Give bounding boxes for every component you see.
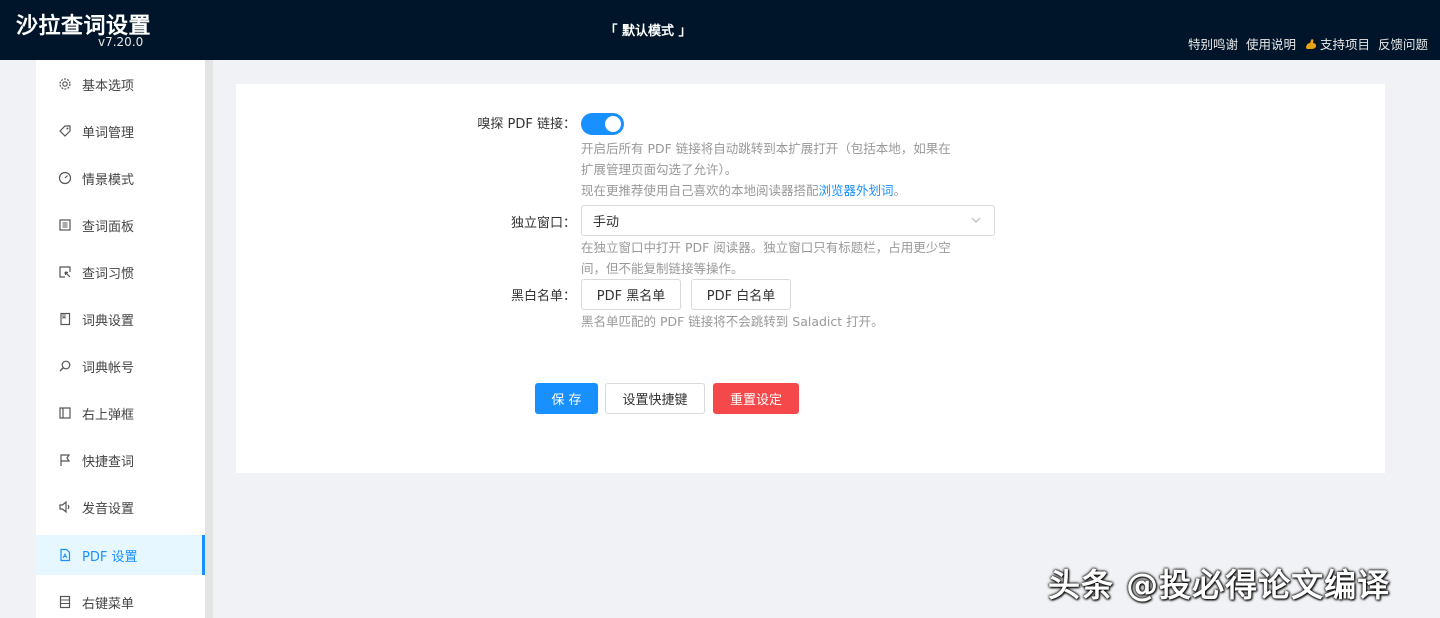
- blackwhite-list-help: 黑名单匹配的 PDF 链接将不会跳转到 Saladict 打开。: [581, 314, 884, 329]
- sniff-pdf-help: 开启后所有 PDF 链接将自动跳转到本扩展打开（包括本地，如果在 扩展管理页面勾…: [581, 138, 1001, 201]
- sidebar-item-popup[interactable]: 右上弹框: [36, 393, 205, 433]
- help-line: 扩展管理页面勾选了允许）。: [581, 162, 738, 177]
- help-line: 开启后所有 PDF 链接将自动跳转到本扩展打开（包括本地，如果在: [581, 141, 951, 156]
- sniff-pdf-switch[interactable]: [581, 113, 624, 135]
- sidebar-item-words[interactable]: 单词管理: [36, 111, 205, 151]
- set-shortcut-button[interactable]: 设置快捷键: [605, 383, 705, 414]
- pdf-file-icon: [58, 548, 72, 562]
- sidebar-item-label: 右键菜单: [82, 596, 135, 612]
- standalone-window-help: 在独立窗口中打开 PDF 阅读器。独立窗口只有标题栏，占用更少空 间，但不能复制…: [581, 237, 1001, 279]
- sidebar-item-context-menu[interactable]: 右键菜单: [36, 582, 205, 618]
- sidebar-item-label: 情景模式: [82, 172, 135, 188]
- sidebar-item-dictionaries[interactable]: 词典设置: [36, 299, 205, 339]
- sound-icon: [58, 500, 72, 514]
- header-links: 特别鸣谢 使用说明 支持项目 反馈问题: [1188, 34, 1428, 53]
- dashboard-icon: [58, 171, 72, 185]
- sidebar-item-profiles[interactable]: 情景模式: [36, 158, 205, 198]
- sidebar-item-label: 右上弹框: [82, 407, 135, 423]
- search-icon: [58, 359, 72, 373]
- sidebar-item-label: 词典设置: [82, 313, 135, 329]
- sidebar-item-label: 查词面板: [82, 219, 135, 235]
- select-icon: [58, 265, 72, 279]
- tag-icon: [58, 124, 72, 138]
- sniff-pdf-label: 嗅探 PDF 链接：: [477, 117, 576, 132]
- reset-button[interactable]: 重置设定: [713, 383, 799, 414]
- flexed-arm-icon: [1305, 38, 1317, 49]
- browser-selection-link[interactable]: 浏览器外划词: [819, 183, 894, 198]
- pdf-whitelist-button[interactable]: PDF 白名单: [691, 279, 791, 310]
- flag-icon: [58, 453, 72, 467]
- help-line: 现在更推荐使用自己喜欢的本地阅读器搭配浏览器外划词。: [581, 180, 1001, 201]
- help-text: 现在更推荐使用自己喜欢的本地阅读器搭配: [581, 183, 819, 198]
- settings-card: 嗅探 PDF 链接： 开启后所有 PDF 链接将自动跳转到本扩展打开（包括本地，…: [236, 84, 1385, 473]
- sidebar-scrollbar[interactable]: [205, 60, 213, 618]
- gear-icon: [58, 77, 72, 91]
- instructions-link[interactable]: 使用说明: [1246, 34, 1296, 53]
- select-value: 手动: [593, 215, 620, 230]
- sidebar-item-pronunciation[interactable]: 发音设置: [36, 487, 205, 527]
- sidebar-item-label: PDF 设置: [82, 549, 138, 565]
- save-button[interactable]: 保 存: [535, 383, 598, 414]
- panel-icon: [58, 218, 72, 232]
- sidebar: 基本选项 单词管理 情景模式 查词面板 查词习惯 词典设置 词典帐号 右上弹框 …: [36, 60, 206, 618]
- sidebar-item-label: 发音设置: [82, 501, 135, 517]
- mode-indicator[interactable]: 「 默认模式 」: [0, 20, 1296, 39]
- sidebar-item-label: 词典帐号: [82, 360, 135, 376]
- feedback-link[interactable]: 反馈问题: [1378, 34, 1428, 53]
- help-text: 。: [893, 183, 907, 198]
- pdf-blacklist-button[interactable]: PDF 黑名单: [581, 279, 681, 310]
- standalone-window-label: 独立窗口：: [510, 216, 576, 231]
- support-link-label: 支持项目: [1319, 37, 1370, 52]
- sidebar-item-search-habits[interactable]: 查词习惯: [36, 252, 205, 292]
- book-icon: [58, 312, 72, 326]
- sidebar-item-dict-panel[interactable]: 查词面板: [36, 205, 205, 245]
- chevron-down-icon: [971, 217, 981, 223]
- sidebar-item-basic[interactable]: 基本选项: [36, 64, 205, 104]
- sidebar-item-label: 单词管理: [82, 125, 135, 141]
- switch-knob: [605, 116, 621, 132]
- sidebar-item-pdf[interactable]: PDF 设置: [36, 535, 205, 575]
- blackwhite-list-label: 黑白名单：: [510, 289, 576, 304]
- sidebar-item-label: 基本选项: [82, 78, 135, 94]
- layout-icon: [58, 406, 72, 420]
- support-link[interactable]: 支持项目: [1304, 34, 1370, 53]
- help-line: 在独立窗口中打开 PDF 阅读器。独立窗口只有标题栏，占用更少空: [581, 240, 951, 255]
- sidebar-item-label: 查词习惯: [82, 266, 135, 282]
- help-line: 间，但不能复制链接等操作。: [581, 261, 744, 276]
- sidebar-item-dict-accounts[interactable]: 词典帐号: [36, 346, 205, 386]
- sidebar-item-quick-search[interactable]: 快捷查词: [36, 440, 205, 480]
- sidebar-item-label: 快捷查词: [82, 454, 135, 470]
- acknowledgement-link[interactable]: 特别鸣谢: [1188, 34, 1238, 53]
- watermark: 头条 @投必得论文编译: [1048, 566, 1391, 604]
- standalone-window-select[interactable]: 手动: [581, 205, 995, 236]
- app-header: 沙拉查词设置 v7.20.0 「 默认模式 」 特别鸣谢 使用说明 支持项目 反…: [0, 0, 1440, 60]
- menu-icon: [58, 595, 72, 609]
